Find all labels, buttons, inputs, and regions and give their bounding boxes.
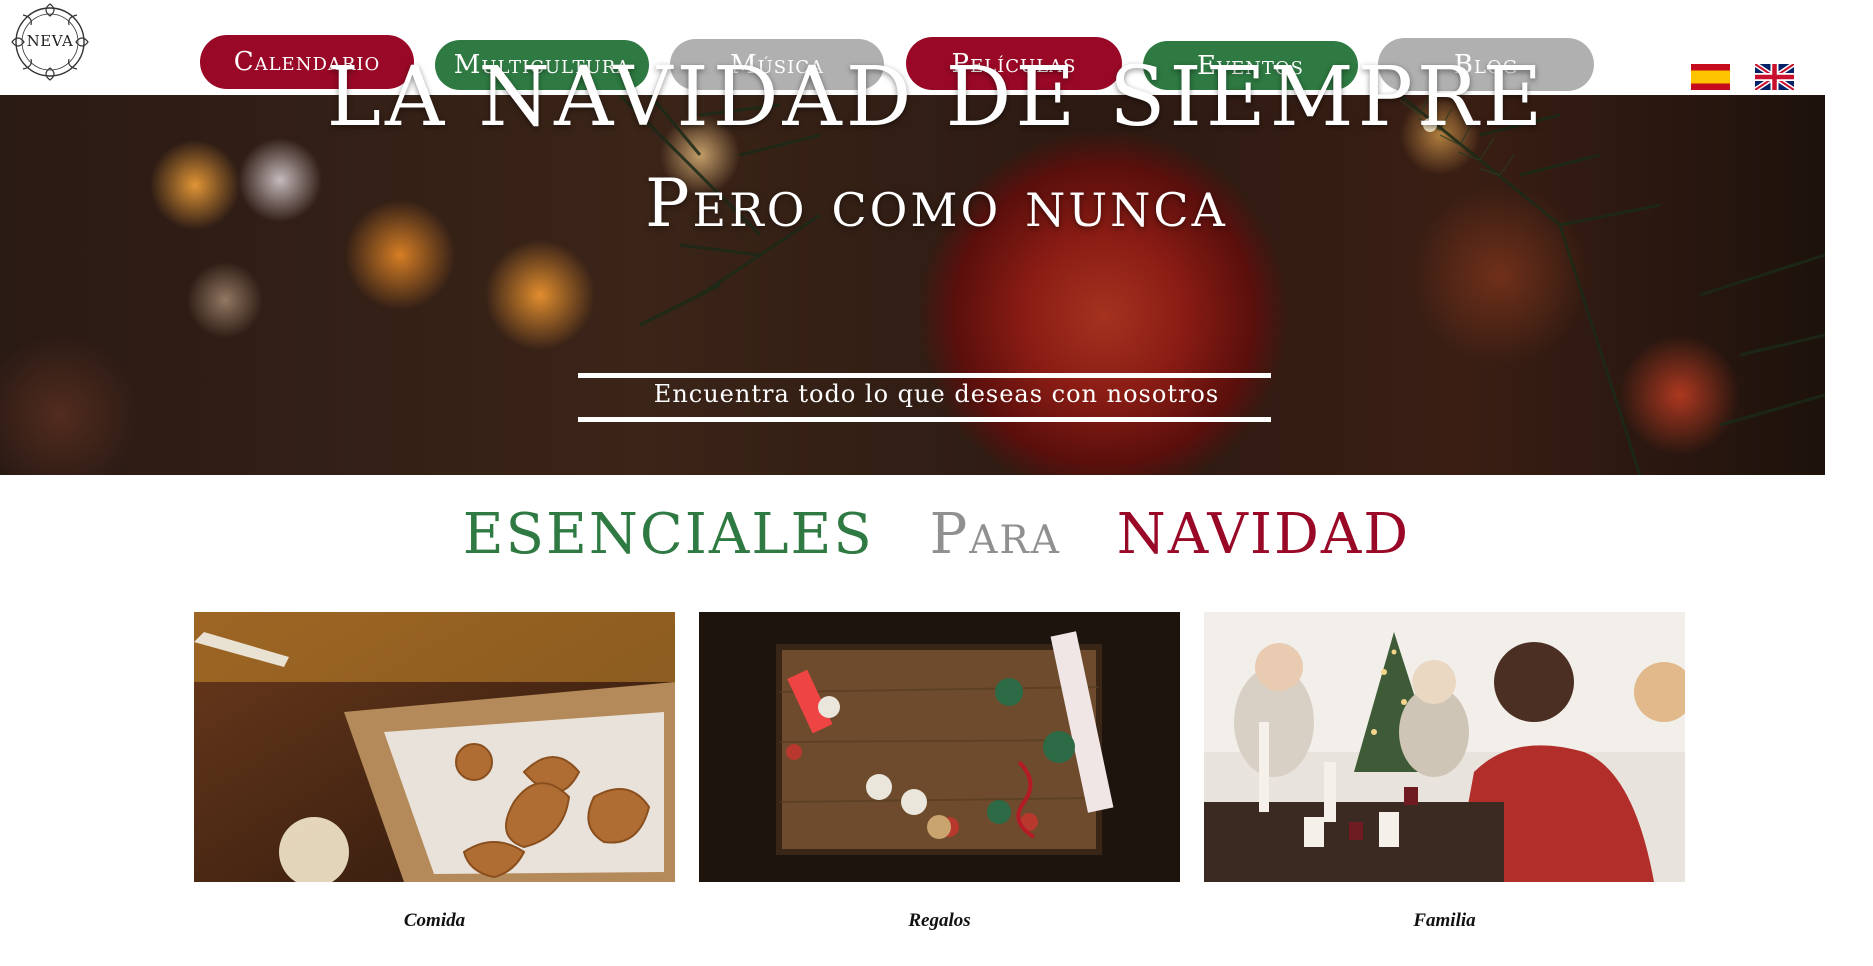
hero-divider-top	[578, 373, 1271, 378]
card-familia-image	[1204, 612, 1685, 882]
card-regalos[interactable]: Regalos	[699, 612, 1180, 932]
section-title-word-3: Navidad	[1116, 502, 1411, 567]
section-title-word-1: Esenciales	[462, 502, 874, 567]
card-regalos-image	[699, 612, 1180, 882]
card-comida-image	[194, 612, 675, 882]
hero-banner	[0, 95, 1825, 475]
gift-wrapping-image	[699, 612, 1180, 882]
card-regalos-caption: Regalos	[908, 910, 971, 931]
hero-subtitle-line: Pero como nunca	[645, 165, 1228, 242]
gingerbread-cookies-image	[194, 612, 675, 882]
card-comida[interactable]: Comida	[194, 612, 675, 932]
section-title: Esenciales Para Navidad	[0, 502, 1873, 567]
logo-text: NEVA	[26, 32, 74, 50]
card-familia[interactable]: Familia	[1204, 612, 1685, 932]
card-comida-caption: Comida	[403, 910, 466, 931]
card-familia-caption: Familia	[1413, 910, 1476, 931]
family-dinner-image	[1204, 612, 1685, 882]
section-title-word-2: Para	[929, 502, 1061, 567]
hero-divider-bottom	[578, 417, 1271, 422]
hero-title: La Navidad de siempre	[326, 50, 1547, 145]
hero-tagline: Encuentra todo lo que deseas con nosotro…	[653, 380, 1220, 408]
